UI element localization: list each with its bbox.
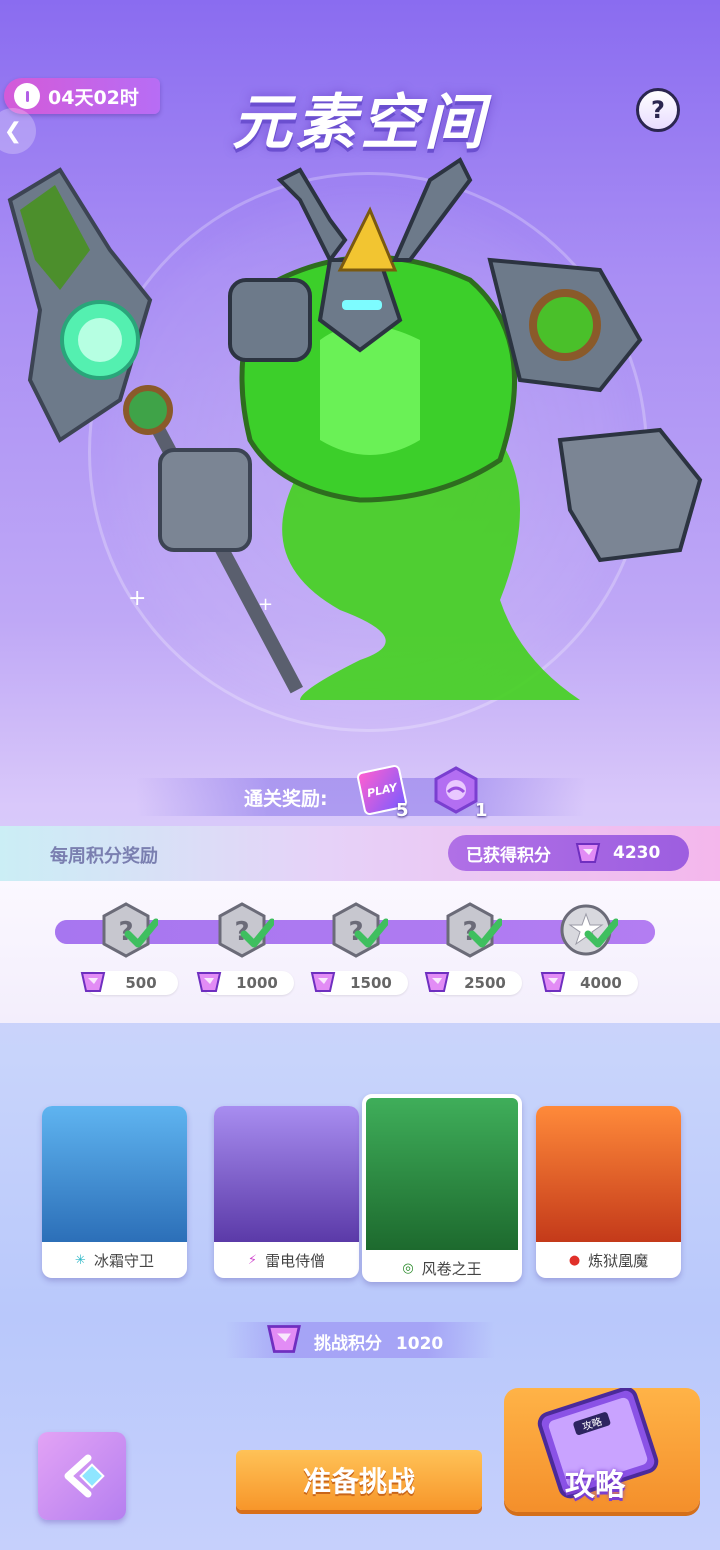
milestone-chest-0[interactable]: ?: [98, 900, 160, 960]
milestone-chest-2[interactable]: ?: [328, 900, 390, 960]
points-gem-icon: [310, 972, 336, 992]
ticket-count: 5: [396, 800, 409, 821]
boss-name-row: ⚡ 雷电侍僧: [214, 1242, 359, 1278]
hero-boss-illustration: + +: [7, 157, 703, 700]
back-arrow-icon: [64, 1454, 105, 1498]
boss-card-3[interactable]: ● 炼狱凰魔: [536, 1106, 681, 1278]
snowflake-icon: ✳: [75, 1252, 86, 1268]
earned-points-pill: 已获得积分 4230: [448, 835, 689, 871]
boss-card-0[interactable]: ✳ 冰霜守卫: [42, 1106, 187, 1278]
milestone-points-text: 2500: [464, 974, 506, 992]
help-button[interactable]: ?: [636, 88, 680, 132]
clear-reward-label: 通关奖励:: [244, 788, 328, 810]
boss-portrait: [42, 1106, 187, 1242]
back-button[interactable]: [38, 1432, 126, 1520]
boss-name: 冰霜守卫: [93, 1251, 154, 1270]
lightning-icon: ⚡: [247, 1252, 258, 1268]
fire-icon: ●: [568, 1252, 581, 1268]
challenge-gem-icon: [267, 1325, 301, 1353]
gem-count: 1: [475, 800, 488, 821]
ticket-text: PLAY: [365, 780, 399, 800]
svg-text:+: +: [258, 594, 273, 615]
milestone-points-2: 1500: [310, 971, 408, 995]
svg-text:+: +: [128, 586, 146, 611]
gem-reward-icon[interactable]: [432, 766, 480, 814]
milestone-points-text: 500: [125, 974, 157, 992]
boss-name-row: ● 炼狱凰魔: [536, 1242, 681, 1278]
boss-name: 雷电侍僧: [265, 1251, 326, 1270]
boss-name: 炼狱凰魔: [588, 1251, 649, 1270]
milestone-points-text: 1000: [236, 974, 278, 992]
weekly-reward-title: 每周积分奖励: [50, 846, 158, 867]
boss-name-row: ✳ 冰霜守卫: [42, 1242, 187, 1278]
milestone-points-0: 500: [80, 971, 178, 995]
points-gem-icon: [575, 843, 601, 863]
points-gem-icon: [424, 972, 450, 992]
points-gem-icon: [540, 972, 566, 992]
milestone-points-text: 4000: [580, 974, 622, 992]
milestone-chest-3[interactable]: ?: [442, 900, 504, 960]
boss-name: 风卷之王: [421, 1259, 482, 1278]
boss-portrait: [214, 1106, 359, 1242]
boss-portrait: [366, 1098, 518, 1250]
boss-card-2[interactable]: ◎ 风卷之王: [362, 1094, 522, 1282]
boss-card-1[interactable]: ⚡ 雷电侍僧: [214, 1106, 359, 1278]
boss-portrait: [536, 1106, 681, 1242]
guide-label: 攻略: [565, 1468, 625, 1503]
milestone-points-1: 1000: [196, 971, 294, 995]
earned-points-value: 4230: [613, 843, 661, 863]
start-challenge-button[interactable]: 准备挑战: [236, 1450, 482, 1510]
wind-icon: ◎: [402, 1260, 414, 1276]
challenge-value: 1020: [395, 1334, 444, 1354]
challenge-label: 挑战积分: [314, 1334, 382, 1354]
milestone-chest-1[interactable]: ?: [214, 900, 276, 960]
milestone-chest-4[interactable]: [558, 900, 620, 960]
challenge-points: 挑战积分 1020: [314, 1329, 443, 1354]
points-gem-icon: [196, 972, 222, 992]
milestone-points-4: 4000: [540, 971, 638, 995]
boss-name-row: ◎ 风卷之王: [366, 1250, 518, 1278]
milestone-points-3: 2500: [424, 971, 522, 995]
points-gem-icon: [80, 972, 106, 992]
milestone-points-text: 1500: [350, 974, 392, 992]
earned-points-label: 已获得积分: [466, 845, 551, 866]
